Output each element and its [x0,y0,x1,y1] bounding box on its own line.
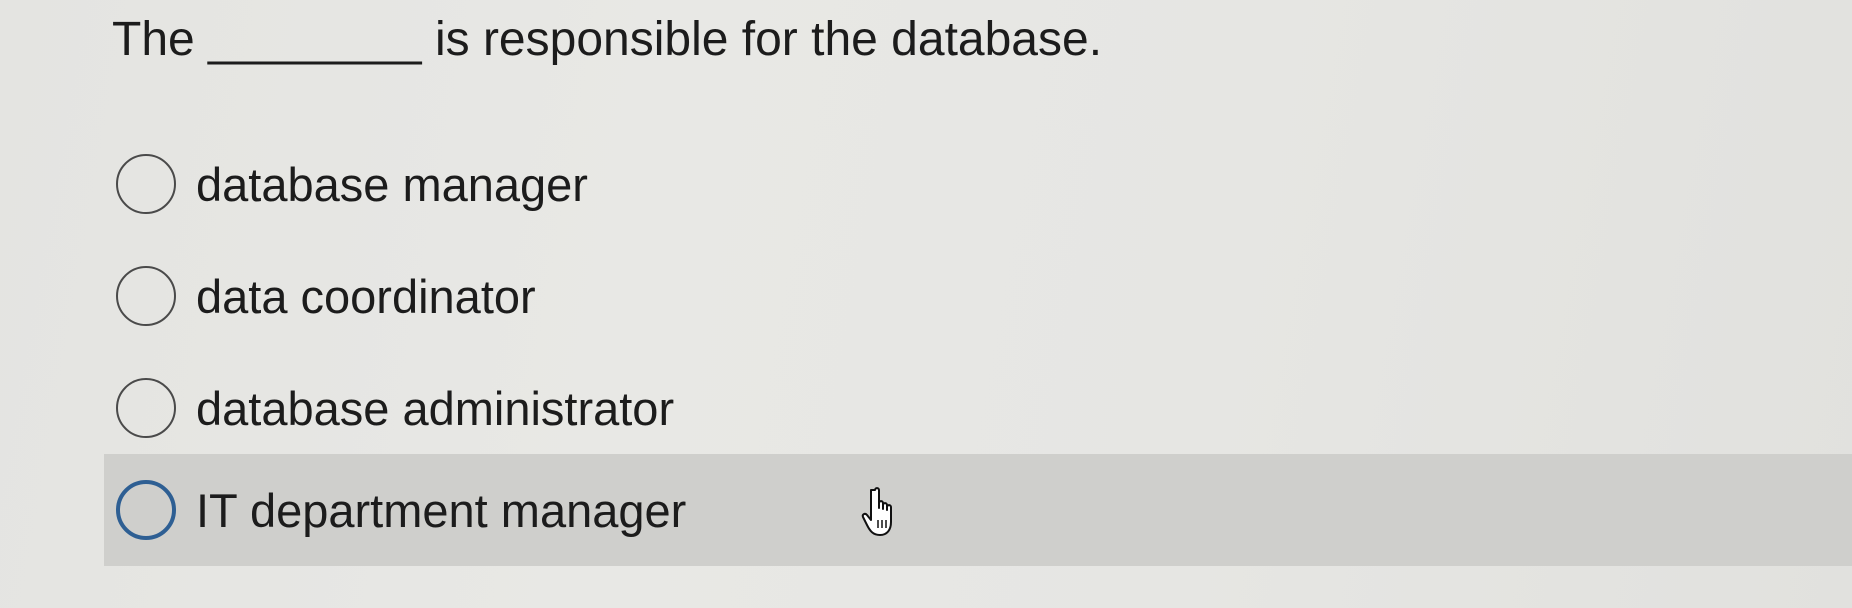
radio-button-icon[interactable] [116,480,176,540]
option-label: data coordinator [196,269,536,323]
hand-pointer-icon [861,487,892,536]
option-it-department-manager[interactable]: IT department manager [104,454,1852,566]
option-label: database administrator [196,381,675,435]
radio-button-icon[interactable] [116,378,176,438]
option-label: database manager [196,157,588,211]
option-data-coordinator[interactable]: data coordinator [104,240,1852,352]
radio-button-icon[interactable] [116,154,176,214]
option-database-manager[interactable]: database manager [104,128,1852,240]
option-database-administrator[interactable]: database administrator [104,352,1852,464]
answer-options: database manager data coordinator databa… [0,0,1852,608]
option-label: IT department manager [196,483,687,537]
radio-button-icon[interactable] [116,266,176,326]
